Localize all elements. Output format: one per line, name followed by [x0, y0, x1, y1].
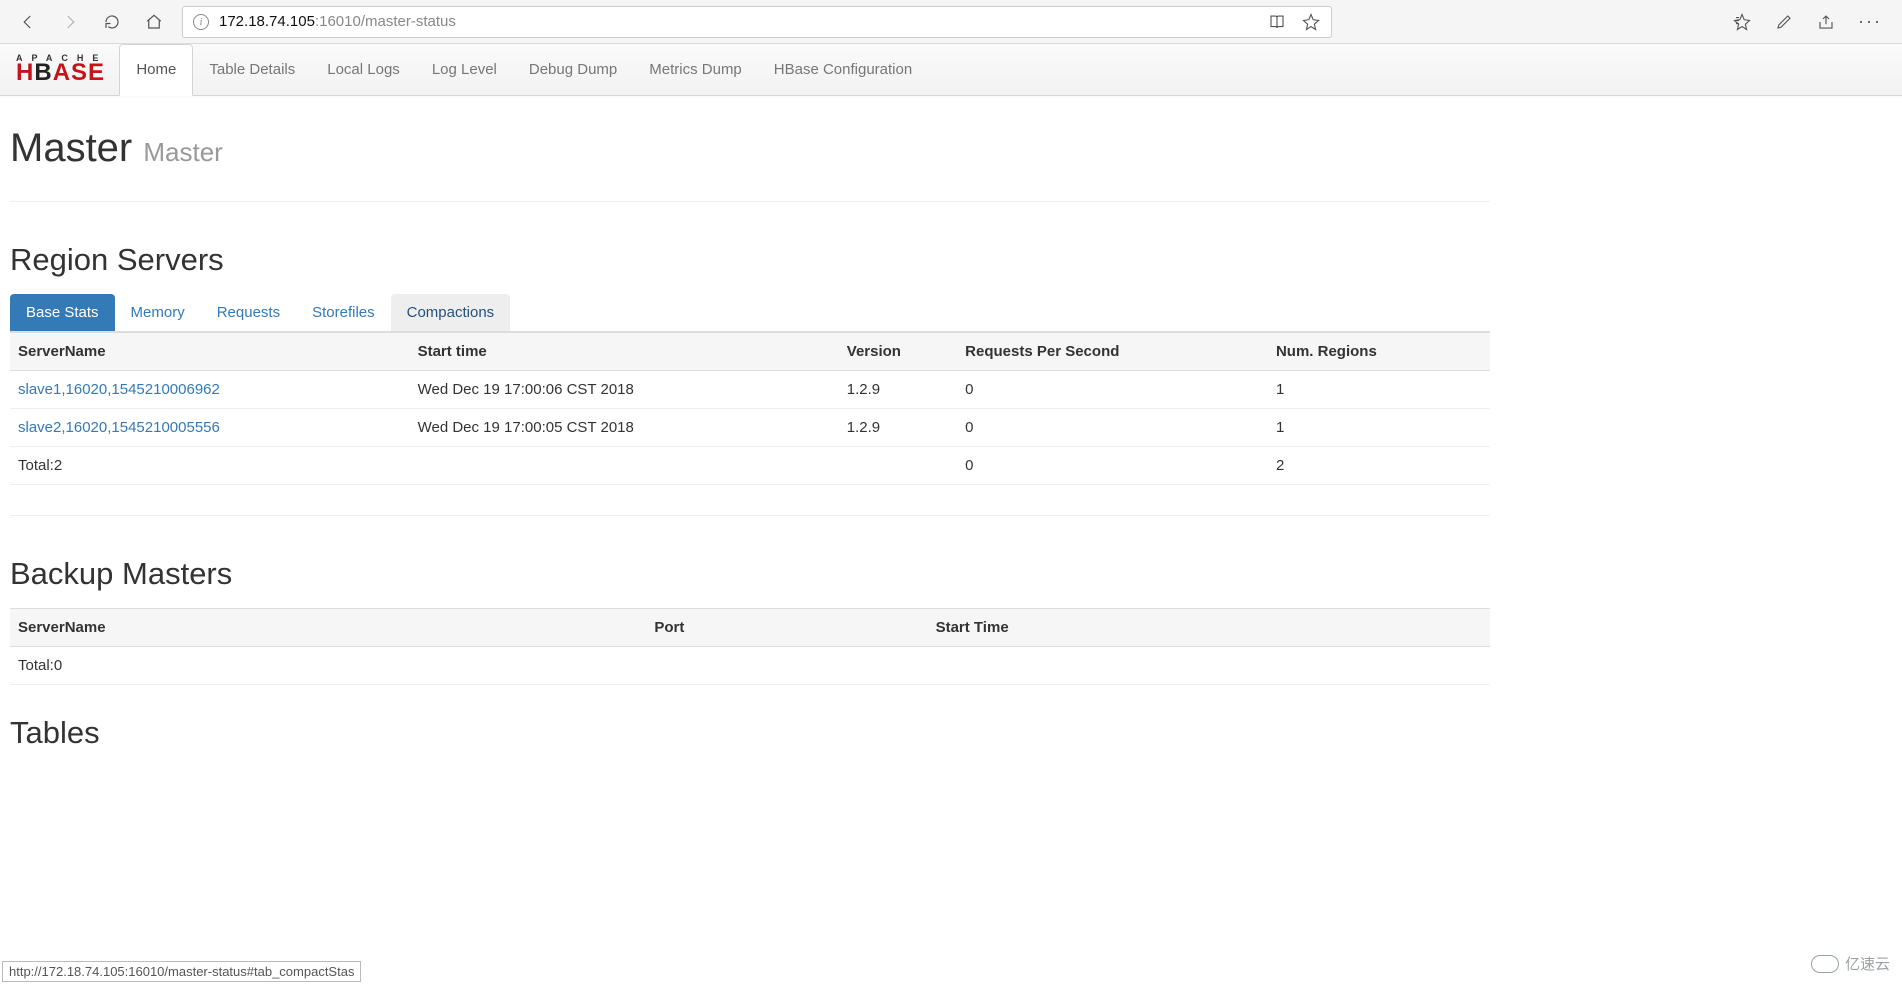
page-content: Master Master Region Servers Base Stats … — [0, 96, 1500, 751]
cloud-icon — [1811, 955, 1839, 973]
hbase-navbar: APACHE HBASE Home Table Details Local Lo… — [0, 44, 1902, 96]
divider — [10, 201, 1490, 202]
tables-title: Tables — [10, 715, 1490, 751]
nav-item-log-level[interactable]: Log Level — [416, 44, 513, 96]
favorites-icon[interactable] — [1732, 12, 1752, 32]
backup-masters-table: ServerName Port Start Time Total:0 — [10, 608, 1490, 685]
region-servers-tabs: Base Stats Memory Requests Storefiles Co… — [10, 294, 1490, 332]
region-servers-table: ServerName Start time Version Requests P… — [10, 332, 1490, 485]
notes-icon[interactable] — [1774, 12, 1794, 32]
cell-rps: 0 — [957, 371, 1268, 409]
divider — [10, 515, 1490, 516]
col-rps: Requests Per Second — [957, 333, 1268, 371]
table-total-row: Total:0 — [10, 647, 1490, 685]
nav-items: Home Table Details Local Logs Log Level … — [119, 44, 928, 96]
tab-compactions[interactable]: Compactions — [391, 294, 511, 331]
page-title-sub: Master — [143, 137, 222, 167]
table-row: slave1,16020,1545210006962 Wed Dec 19 17… — [10, 371, 1490, 409]
cell-start: Wed Dec 19 17:00:05 CST 2018 — [410, 409, 839, 447]
back-icon[interactable] — [18, 12, 38, 32]
backup-masters-section: Backup Masters ServerName Port Start Tim… — [10, 556, 1490, 685]
col-servername: ServerName — [10, 333, 410, 371]
tables-section: Tables — [10, 715, 1490, 751]
hbase-logo[interactable]: APACHE HBASE — [12, 54, 111, 85]
col-bm-servername: ServerName — [10, 609, 646, 647]
nav-item-metrics-dump[interactable]: Metrics Dump — [633, 44, 758, 96]
home-icon[interactable] — [144, 12, 164, 32]
col-starttime: Start time — [410, 333, 839, 371]
server-link-slave1[interactable]: slave1,16020,1545210006962 — [18, 381, 220, 398]
logo-hbase-label: HBASE — [16, 61, 107, 85]
cell-version: 1.2.9 — [839, 371, 957, 409]
cell-total-rps: 0 — [957, 447, 1268, 485]
cell-regions: 1 — [1268, 371, 1490, 409]
cell-total-label: Total:2 — [10, 447, 410, 485]
page-title-main: Master — [10, 126, 132, 170]
status-bar-url: http://172.18.74.105:16010/master-status… — [2, 961, 361, 982]
page-title: Master Master — [10, 126, 1490, 181]
refresh-icon[interactable] — [102, 12, 122, 32]
address-host: 172.18.74.105 — [219, 13, 315, 30]
forward-icon[interactable] — [60, 12, 80, 32]
nav-item-debug-dump[interactable]: Debug Dump — [513, 44, 633, 96]
address-bar[interactable]: i 172.18.74.105 :16010/master-status — [182, 6, 1332, 38]
watermark: 亿速云 — [1811, 953, 1890, 974]
tab-storefiles[interactable]: Storefiles — [296, 294, 391, 331]
col-version: Version — [839, 333, 957, 371]
tab-requests[interactable]: Requests — [201, 294, 296, 331]
nav-item-local-logs[interactable]: Local Logs — [311, 44, 416, 96]
share-icon[interactable] — [1816, 12, 1836, 32]
col-bm-starttime: Start Time — [928, 609, 1490, 647]
cell-start: Wed Dec 19 17:00:06 CST 2018 — [410, 371, 839, 409]
col-bm-port: Port — [646, 609, 927, 647]
table-row: slave2,16020,1545210005556 Wed Dec 19 17… — [10, 409, 1490, 447]
table-total-row: Total:2 0 2 — [10, 447, 1490, 485]
favorite-star-icon[interactable] — [1301, 12, 1321, 32]
cell-regions: 1 — [1268, 409, 1490, 447]
cell-total-regions: 2 — [1268, 447, 1490, 485]
toolbar-right: ··· — [1732, 11, 1882, 32]
more-icon[interactable]: ··· — [1858, 11, 1882, 32]
region-servers-title: Region Servers — [10, 242, 1490, 278]
cell-version: 1.2.9 — [839, 409, 957, 447]
nav-item-hbase-config[interactable]: HBase Configuration — [758, 44, 928, 96]
tab-base-stats[interactable]: Base Stats — [10, 294, 115, 331]
backup-masters-title: Backup Masters — [10, 556, 1490, 592]
site-info-icon[interactable]: i — [193, 14, 209, 30]
reading-list-icon[interactable] — [1267, 12, 1287, 32]
nav-item-table-details[interactable]: Table Details — [193, 44, 311, 96]
watermark-label: 亿速云 — [1845, 953, 1890, 974]
tab-memory[interactable]: Memory — [115, 294, 201, 331]
browser-toolbar: i 172.18.74.105 :16010/master-status ··· — [0, 0, 1902, 44]
nav-item-home[interactable]: Home — [119, 44, 193, 96]
col-regions: Num. Regions — [1268, 333, 1490, 371]
nav-controls — [18, 12, 164, 32]
table-header-row: ServerName Start time Version Requests P… — [10, 333, 1490, 371]
cell-bm-total: Total:0 — [10, 647, 646, 685]
address-path: :16010/master-status — [315, 13, 456, 30]
cell-rps: 0 — [957, 409, 1268, 447]
table-header-row: ServerName Port Start Time — [10, 609, 1490, 647]
server-link-slave2[interactable]: slave2,16020,1545210005556 — [18, 419, 220, 436]
region-servers-section: Region Servers Base Stats Memory Request… — [10, 242, 1490, 485]
